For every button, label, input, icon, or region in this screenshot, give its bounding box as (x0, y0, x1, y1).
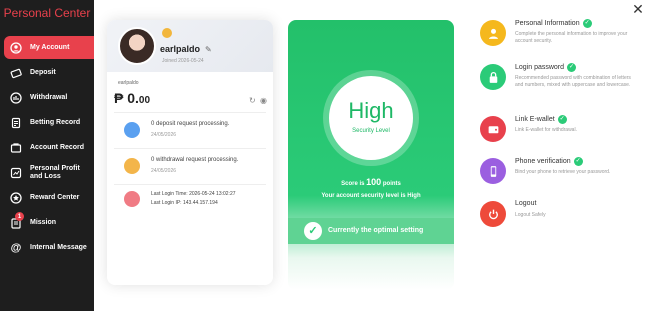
lock-icon (480, 64, 506, 90)
power-icon (480, 201, 506, 227)
last-login-time: Last Login Time: 2026-05-24 13:02:27 (151, 191, 236, 197)
balance: ₱ 0.00 (114, 90, 150, 106)
verified-check-icon: ✓ (573, 157, 583, 166)
account-username: earlpaldo (118, 80, 139, 86)
phone-icon (480, 158, 506, 184)
security-panel: High Security Level Score is 100 points … (288, 20, 454, 290)
message-icon: @ (10, 241, 22, 254)
deposit-status-icon (124, 122, 140, 138)
edit-icon[interactable]: ✎ (205, 45, 212, 54)
option-phone-verification[interactable]: Phone verification ✓ Bind your phone to r… (478, 157, 638, 193)
option-title: Login password ✓ (515, 63, 577, 72)
sidebar-item-label: Mission (30, 218, 57, 226)
user-icon (480, 20, 506, 46)
shield-icon (124, 191, 140, 207)
verified-check-icon: ✓ (567, 63, 577, 72)
withdraw-status-row: 0 withdrawal request processing. 24/05/2… (114, 148, 266, 184)
sidebar-item-label: Betting Record (30, 118, 81, 126)
personal-center-window: Personal Center My Account Deposit Withd… (0, 0, 646, 311)
sidebar-item-label: Personal Profit and Loss (30, 164, 80, 180)
sidebar-item-my-account[interactable]: My Account (4, 36, 94, 59)
option-logout[interactable]: Logout Logout Safely (478, 200, 638, 236)
wallet-icon (480, 116, 506, 142)
avatar[interactable] (118, 27, 156, 65)
option-title: Personal Information ✓ (515, 19, 592, 28)
security-level-caption: Security Level (352, 128, 390, 134)
option-description: Recommended password with combination of… (515, 75, 631, 88)
sidebar-title: Personal Center (3, 6, 91, 20)
withdraw-status-icon (124, 158, 140, 174)
verified-check-icon: ✓ (582, 19, 592, 28)
last-login-row: Last Login Time: 2026-05-24 13:02:27 Las… (114, 184, 266, 214)
sidebar: Personal Center My Account Deposit Withd… (0, 0, 94, 311)
reward-icon (10, 191, 22, 204)
deposit-icon (10, 67, 22, 79)
option-title-text: Personal Information (515, 20, 580, 27)
check-icon: ✓ (304, 222, 322, 240)
score-value: 100 (366, 177, 382, 187)
withdraw-status-date: 24/05/2026 (151, 168, 177, 174)
vip-badge-icon (162, 28, 172, 38)
verified-check-icon: ✓ (557, 115, 567, 124)
option-title-text: Link E-wallet (515, 116, 555, 123)
eye-icon[interactable]: ◉ (260, 96, 267, 105)
security-status-bar: ✓ Currently the optimal setting (288, 218, 454, 244)
close-icon[interactable]: ✕ (632, 2, 644, 16)
sidebar-item-internal-message[interactable]: @ Internal Message (0, 236, 94, 259)
security-description: Your account security level is High (321, 193, 421, 199)
refresh-icon[interactable]: ↻ (249, 96, 256, 105)
joined-date: Joined 2026-05-24 (162, 58, 204, 64)
option-description: Bind your phone to retrieve your passwor… (515, 169, 611, 175)
account-record-icon (10, 142, 22, 154)
sidebar-item-label: Reward Center (30, 193, 80, 201)
username: earlpaldo (160, 44, 201, 54)
option-description: Complete the personal information to imp… (515, 31, 628, 44)
betting-record-icon (10, 117, 22, 129)
profit-loss-icon (10, 167, 22, 179)
deposit-status-text: 0 deposit request processing. (151, 121, 230, 127)
option-title-text: Phone verification (515, 158, 571, 165)
security-status-text: Currently the optimal setting (328, 227, 424, 234)
sidebar-item-mission[interactable]: 1 Mission (0, 211, 94, 234)
sidebar-item-deposit[interactable]: Deposit (0, 61, 94, 84)
option-title-text: Login password (515, 64, 565, 71)
sidebar-item-account-record[interactable]: Account Record (0, 136, 94, 159)
last-login-ip: Last Login IP: 143.44.157.194 (151, 200, 218, 206)
withdraw-status-text: 0 withdrawal request processing. (151, 157, 239, 163)
security-level-circle: High Security Level (329, 76, 413, 160)
currency-symbol: ₱ (114, 90, 124, 106)
deposit-status-date: 24/05/2026 (151, 132, 177, 138)
option-description: Link E-wallet for withdrawal. (515, 127, 577, 133)
withdrawal-icon (10, 91, 22, 104)
security-score: Score is 100 points (288, 177, 454, 187)
sidebar-item-label: Deposit (30, 68, 56, 76)
balance-cents: 00 (138, 95, 151, 106)
sidebar-item-label: Withdrawal (30, 93, 68, 101)
balance-main: 0. (127, 90, 139, 106)
sidebar-item-profit-loss[interactable]: Personal Profit and Loss (0, 161, 94, 184)
option-link-e-wallet[interactable]: Link E-wallet ✓ Link E-wallet for withdra… (478, 115, 638, 151)
score-prefix: Score is (341, 181, 365, 187)
security-level-word: High (348, 98, 394, 123)
sidebar-item-betting-record[interactable]: Betting Record (0, 111, 94, 134)
account-icon (10, 41, 22, 54)
option-title-text: Logout (515, 200, 537, 207)
account-card: earlpaldo ✎ Joined 2026-05-24 earlpaldo … (107, 20, 273, 285)
option-login-password[interactable]: Login password ✓ Recommended password wit… (478, 63, 638, 99)
option-title: Phone verification ✓ (515, 157, 583, 166)
option-title: Link E-wallet ✓ (515, 115, 567, 124)
sidebar-item-label: Account Record (30, 143, 85, 151)
option-description: Logout Safely (515, 212, 546, 218)
sidebar-item-withdrawal[interactable]: Withdrawal (0, 86, 94, 109)
sidebar-item-reward-center[interactable]: Reward Center (0, 186, 94, 209)
sidebar-item-label: Internal Message (30, 243, 87, 251)
deposit-status-row: 0 deposit request processing. 24/05/2026 (114, 112, 266, 148)
option-title: Logout (515, 200, 536, 207)
option-personal-information[interactable]: Personal Information ✓ Complete the perso… (478, 19, 638, 55)
score-suffix: points (382, 181, 401, 187)
profile-header: earlpaldo ✎ Joined 2026-05-24 (107, 20, 273, 72)
sidebar-item-label: My Account (30, 43, 70, 51)
mission-badge: 1 (15, 212, 24, 221)
